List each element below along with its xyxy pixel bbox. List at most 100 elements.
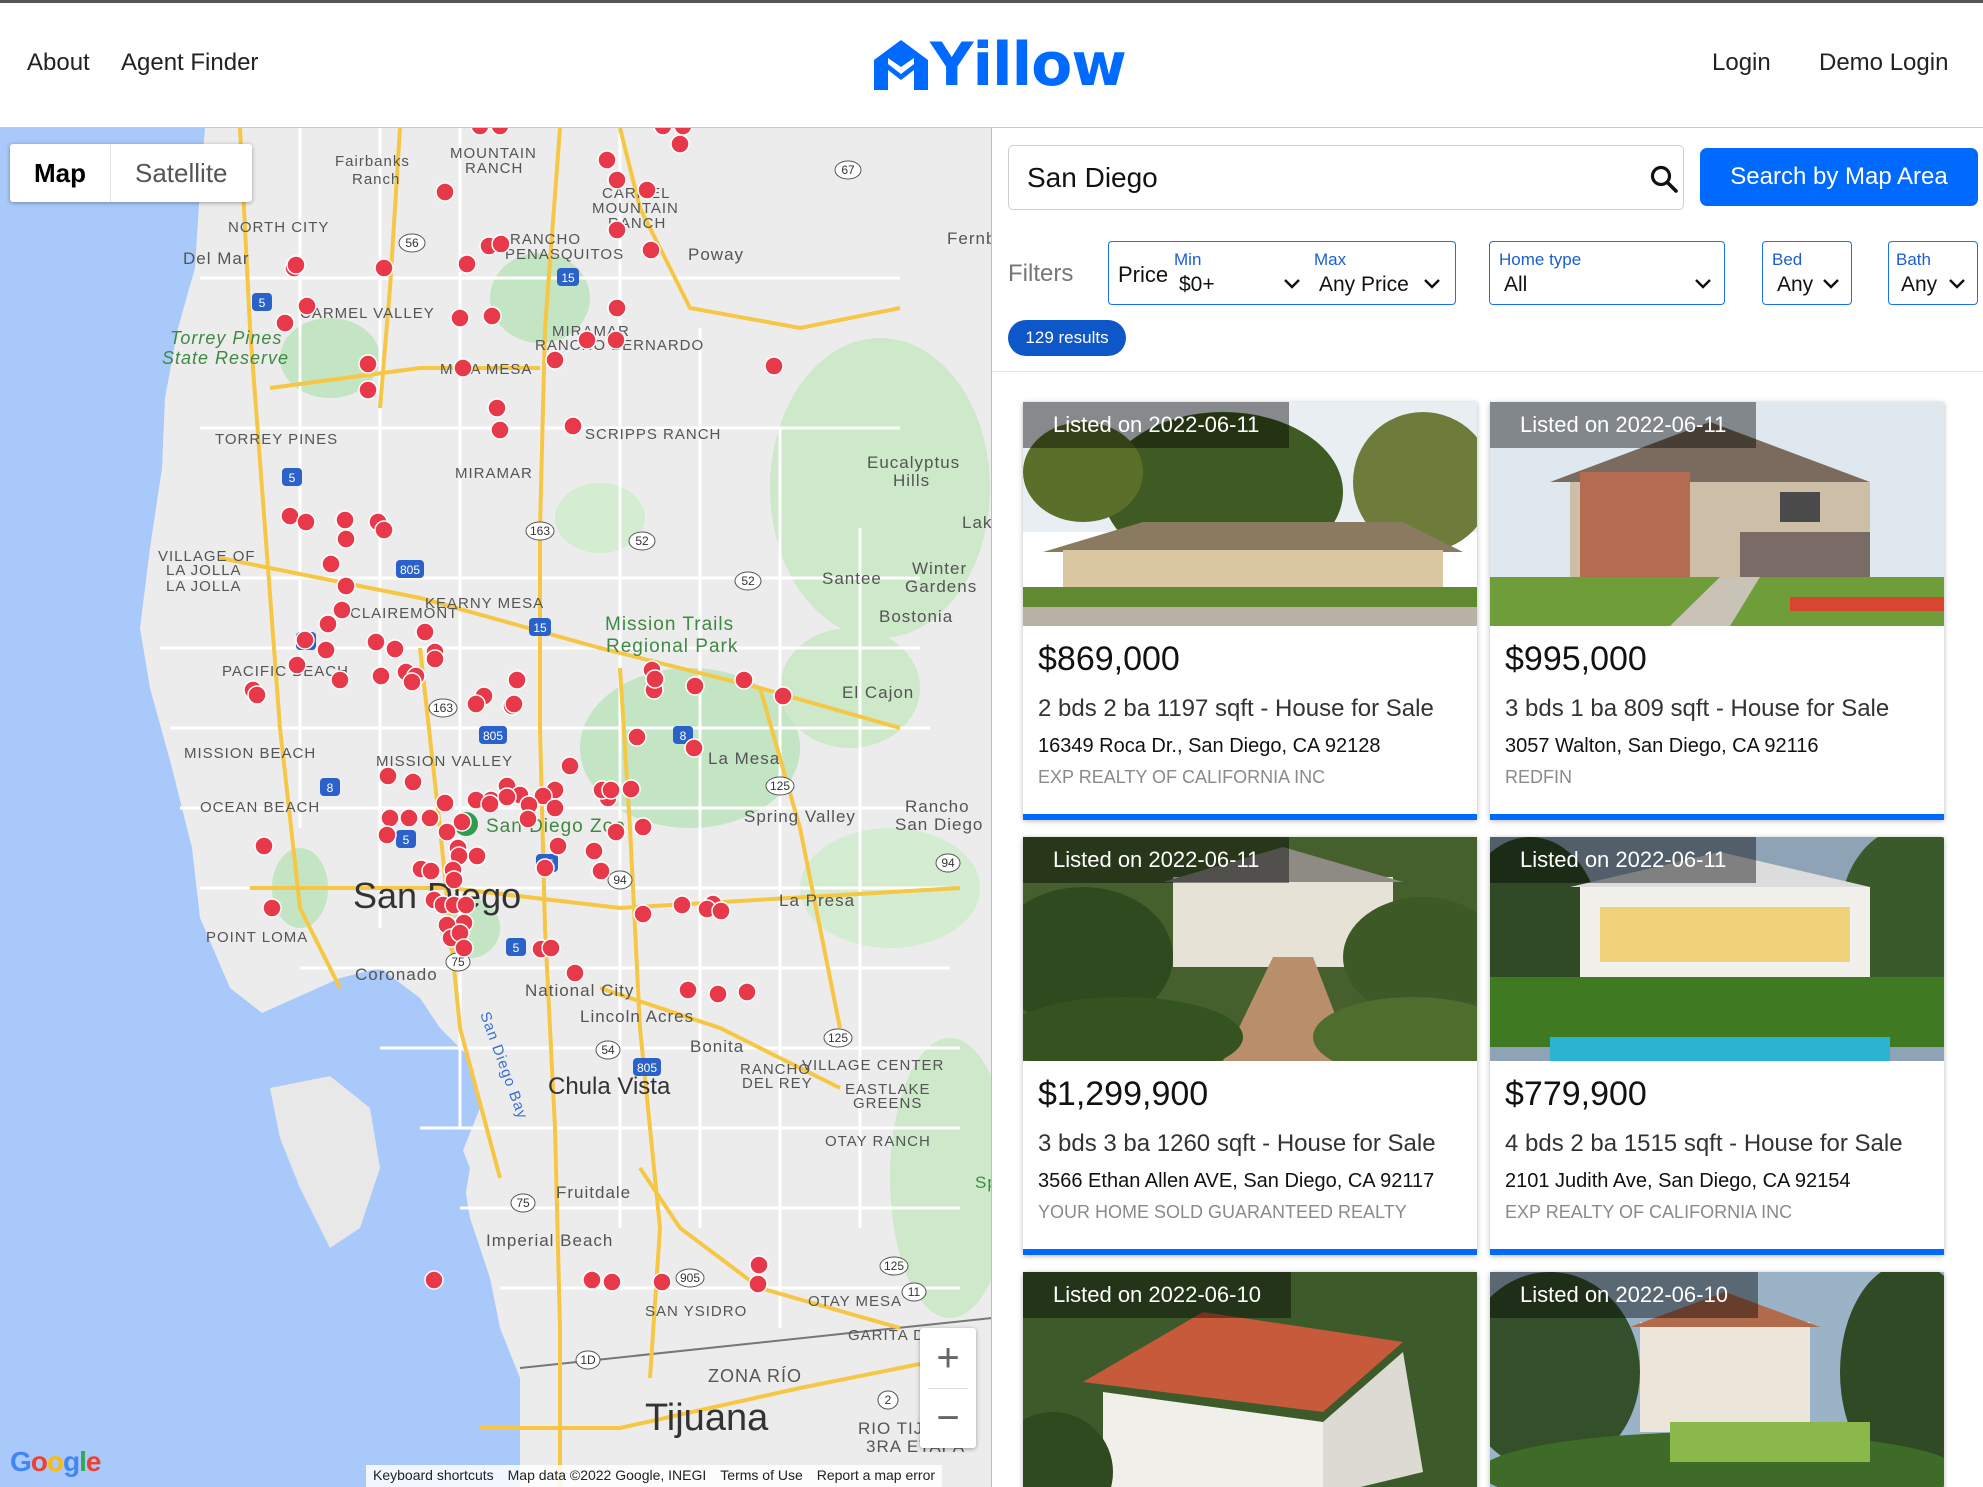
listing-marker[interactable] [453,358,473,378]
listing-marker[interactable] [541,938,561,958]
price-max-value[interactable]: Any Price [1319,273,1409,297]
listing-marker[interactable] [415,622,435,642]
listing-marker[interactable] [262,898,282,918]
listing-marker[interactable] [633,817,653,837]
listing-marker[interactable] [607,170,627,190]
listing-marker[interactable] [577,330,597,350]
listing-marker[interactable] [711,901,731,921]
listing-marker[interactable] [597,150,617,170]
listing-marker[interactable] [437,822,457,842]
listing-marker[interactable] [275,313,295,333]
listing-marker[interactable] [633,904,653,924]
listing-marker[interactable] [563,416,583,436]
satellite-view-button[interactable]: Satellite [111,144,252,202]
bed-filter[interactable]: Bed Any [1762,241,1852,305]
listing-marker[interactable] [591,861,611,881]
listing-marker[interactable] [545,798,565,818]
listing-marker[interactable] [371,666,391,686]
listing-marker[interactable] [601,780,621,800]
listing-marker[interactable] [330,670,350,690]
listing-marker[interactable] [335,510,355,530]
map-canvas[interactable]: FairbanksRanch MOUNTAINRANCH CARMELMOUNT… [0,128,992,1487]
listing-marker[interactable] [254,836,274,856]
listing-marker[interactable] [456,895,476,915]
listing-marker[interactable] [287,655,307,675]
listing-card[interactable]: Listed on 2022-06-11 $995,000 3 bds 1 ba… [1490,402,1944,820]
listing-marker[interactable] [450,308,470,328]
listing-marker[interactable] [421,861,441,881]
listing-marker[interactable] [487,398,507,418]
listing-marker[interactable] [652,1272,672,1292]
listing-marker[interactable] [602,1272,622,1292]
listing-marker[interactable] [641,240,661,260]
listing-marker[interactable] [708,984,728,1004]
listing-marker[interactable] [318,614,338,634]
listing-marker[interactable] [385,639,405,659]
listing-marker[interactable] [467,846,487,866]
listing-marker[interactable] [504,694,524,714]
listing-marker[interactable] [637,180,657,200]
listing-marker[interactable] [607,298,627,318]
listing-card[interactable]: Listed on 2022-06-11 $869,000 2 bds 2 ba… [1023,402,1477,820]
listing-marker[interactable] [582,1270,602,1290]
listing-marker[interactable] [645,669,665,689]
listing-marker[interactable] [358,354,378,374]
listing-marker[interactable] [316,640,336,660]
home-type-filter[interactable]: Home type All [1489,241,1725,305]
listing-marker[interactable] [297,296,317,316]
listing-marker[interactable] [621,779,641,799]
listing-marker[interactable] [584,841,604,861]
listing-marker[interactable] [607,220,627,240]
listing-marker[interactable] [748,1274,768,1294]
listing-marker[interactable] [321,554,341,574]
listing-marker[interactable] [377,825,397,845]
listing-marker[interactable] [560,756,580,776]
zoom-in-button[interactable]: + [920,1328,976,1388]
listing-marker[interactable] [420,808,440,828]
listing-marker[interactable] [670,134,690,154]
listing-marker[interactable] [518,809,538,829]
nav-about-link[interactable]: About [27,49,90,77]
zoom-out-button[interactable]: − [920,1388,976,1448]
listing-marker[interactable] [435,182,455,202]
nav-agent-finder-link[interactable]: Agent Finder [121,49,258,77]
listing-marker[interactable] [606,330,626,350]
nav-login-link[interactable]: Login [1712,49,1771,77]
listing-marker[interactable] [606,822,626,842]
nav-demo-login-link[interactable]: Demo Login [1819,49,1948,77]
search-by-map-area-button[interactable]: Search by Map Area [1700,148,1978,206]
listing-marker[interactable] [366,632,386,652]
listing-marker[interactable] [374,258,394,278]
chevron-down-icon[interactable] [1283,278,1301,290]
listing-marker[interactable] [457,254,477,274]
listing-marker[interactable] [678,980,698,1000]
listing-card[interactable]: Listed on 2022-06-10 [1490,1272,1944,1487]
listing-marker[interactable] [480,794,500,814]
listing-marker[interactable] [737,982,757,1002]
terms-of-use-link[interactable]: Terms of Use [713,1465,809,1487]
listing-marker[interactable] [336,576,356,596]
listing-marker[interactable] [378,766,398,786]
listing-marker[interactable] [507,670,527,690]
listing-marker[interactable] [684,738,704,758]
listing-marker[interactable] [497,787,517,807]
listing-card[interactable]: Listed on 2022-06-11 $1,299,900 3 bds 3 … [1023,837,1477,1255]
google-logo[interactable]: Google [10,1446,101,1478]
yillow-logo[interactable]: Yillow [872,33,1127,97]
bath-filter[interactable]: Bath Any [1888,241,1978,305]
keyboard-shortcuts-link[interactable]: Keyboard shortcuts [366,1465,501,1487]
listing-marker[interactable] [425,649,445,669]
listing-marker[interactable] [548,836,568,856]
listing-marker[interactable] [296,512,316,532]
listing-card[interactable]: Listed on 2022-06-10 [1023,1272,1477,1487]
listing-marker[interactable] [490,420,510,440]
listing-marker[interactable] [399,808,419,828]
map-panel[interactable]: Fairbanks Ranch MOUNTAIN RANCH CARMEL MOUNT… [0,128,992,1487]
listing-marker[interactable] [435,793,455,813]
listing-marker[interactable] [749,1255,769,1275]
listing-marker[interactable] [403,772,423,792]
listing-marker[interactable] [535,858,555,878]
listing-marker[interactable] [773,686,793,706]
price-filter[interactable]: Price Min $0+ Max Any Price [1108,241,1456,305]
listing-marker[interactable] [374,520,394,540]
